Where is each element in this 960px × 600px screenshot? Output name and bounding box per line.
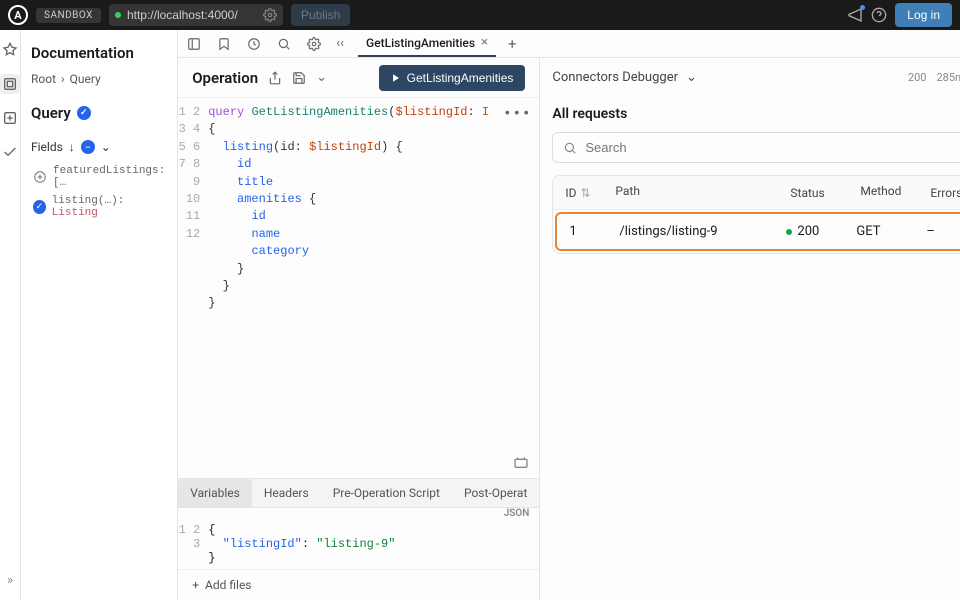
rail-expand-icon[interactable]: » (7, 573, 13, 588)
sidebar-title: Documentation (31, 44, 167, 62)
chevron-right-icon: › (61, 72, 65, 86)
add-files-button[interactable]: + Add files (178, 569, 539, 600)
variables-editor[interactable]: 1 2 3 { "listingId": "listing-9" } (178, 519, 539, 569)
plus-icon: + (192, 578, 199, 592)
breadcrumb-current: Query (70, 72, 101, 86)
rail-add-icon[interactable] (0, 108, 20, 128)
rail-checks-icon[interactable] (0, 142, 20, 162)
col-status[interactable]: Status (790, 184, 860, 201)
tab-operation[interactable]: GetListingAmenities × (358, 30, 496, 57)
url-input[interactable] (127, 8, 257, 22)
settings-icon[interactable] (304, 34, 324, 54)
prettify-icon[interactable] (513, 454, 529, 470)
col-method[interactable]: Method (860, 184, 930, 201)
search-box[interactable] (552, 132, 960, 163)
close-icon[interactable]: × (481, 35, 488, 50)
operation-title: Operation (192, 69, 258, 87)
search-input[interactable] (585, 140, 960, 155)
cell-path: /listings/listing-9 (619, 224, 786, 239)
publish-button: Publish (291, 4, 350, 26)
tab-headers[interactable]: Headers (252, 479, 321, 507)
status-dot-icon (786, 229, 792, 235)
tab-label: GetListingAmenities (366, 36, 475, 50)
sidebar: Documentation Root › Query Query ✓ Field… (21, 30, 178, 600)
announcements-icon[interactable] (847, 7, 863, 23)
code-content[interactable]: query GetListingAmenities($listingId: I … (208, 98, 489, 478)
more-icon[interactable]: ••• (503, 104, 531, 124)
status-dot-icon (115, 12, 121, 18)
collapse-icon[interactable]: − (81, 140, 95, 154)
all-requests-heading: All requests (552, 106, 960, 122)
cell-status: 200 (786, 224, 856, 239)
tab-variables[interactable]: Variables (178, 479, 252, 507)
chevron-down-icon[interactable]: ⌄ (316, 70, 327, 85)
save-icon[interactable] (292, 71, 306, 85)
help-icon[interactable] (871, 7, 887, 23)
app-logo[interactable]: A (8, 5, 28, 25)
search-icon (563, 141, 577, 155)
login-button[interactable]: Log in (895, 3, 952, 27)
run-button[interactable]: GetListingAmenities (379, 65, 526, 91)
cell-id: 1 (569, 224, 619, 239)
json-badge: JSON (504, 508, 530, 519)
export-icon[interactable] (268, 71, 282, 85)
field-listing[interactable]: ✓ listing(…): Listing (31, 192, 167, 222)
field-featured-listings[interactable]: featuredListings: [… (31, 162, 167, 192)
code-editor[interactable]: 1 2 3 4 5 6 7 8 9 10 11 12 query GetList… (178, 98, 539, 478)
tab-preop[interactable]: Pre-Operation Script (321, 479, 452, 507)
chevron-down-icon[interactable]: ⌄ (686, 70, 697, 85)
requests-table: ID ⇅ Path Status Method Errors ⓘ 1 /list… (552, 175, 960, 254)
query-check-icon: ✓ (77, 106, 91, 120)
rail-docs-icon[interactable] (0, 74, 20, 94)
col-path[interactable]: Path (615, 184, 790, 201)
add-tab-icon[interactable]: + (502, 35, 523, 53)
breadcrumb-root[interactable]: Root (31, 72, 56, 86)
table-row[interactable]: 1 /listings/listing-9 200 GET – (555, 212, 960, 251)
nav-rail: » (0, 30, 21, 600)
sort-icon[interactable]: ⇅ (581, 186, 591, 200)
check-icon: ✓ (33, 200, 46, 214)
url-bar[interactable] (109, 4, 283, 26)
search-icon[interactable] (274, 34, 294, 54)
history-icon[interactable] (244, 34, 264, 54)
sandbox-badge: SANDBOX (36, 8, 101, 23)
notification-dot-icon (860, 5, 865, 10)
field-label: listing(…): Listing (52, 195, 166, 219)
col-id[interactable]: ID ⇅ (565, 184, 615, 201)
rail-explorer-icon[interactable] (0, 40, 20, 60)
breadcrumb[interactable]: Root › Query (31, 72, 167, 86)
col-errors[interactable]: Errors ⓘ (930, 184, 960, 201)
run-button-label: GetListingAmenities (407, 71, 514, 85)
field-label: featuredListings: [… (53, 165, 165, 189)
variables-content[interactable]: { "listingId": "listing-9" } (208, 523, 395, 565)
collapse-sidebar-icon[interactable]: ‹‹ (336, 36, 344, 51)
cell-errors: – (926, 224, 960, 239)
fields-label: Fields (31, 140, 63, 154)
tab-postop[interactable]: Post-Operat (452, 479, 539, 507)
chevron-down-icon[interactable]: ⌄ (101, 140, 111, 154)
debugger-title[interactable]: Connectors Debugger (552, 70, 678, 85)
query-label: Query (31, 104, 71, 122)
bookmark-icon[interactable] (214, 34, 234, 54)
gear-icon[interactable] (263, 8, 277, 22)
panel-icon[interactable] (184, 34, 204, 54)
cell-method: GET (856, 224, 926, 239)
sort-icon[interactable]: ↓ (69, 140, 75, 154)
response-metrics: 200 285ms 0B (908, 71, 960, 84)
line-gutter: 1 2 3 4 5 6 7 8 9 10 11 12 (178, 98, 208, 478)
